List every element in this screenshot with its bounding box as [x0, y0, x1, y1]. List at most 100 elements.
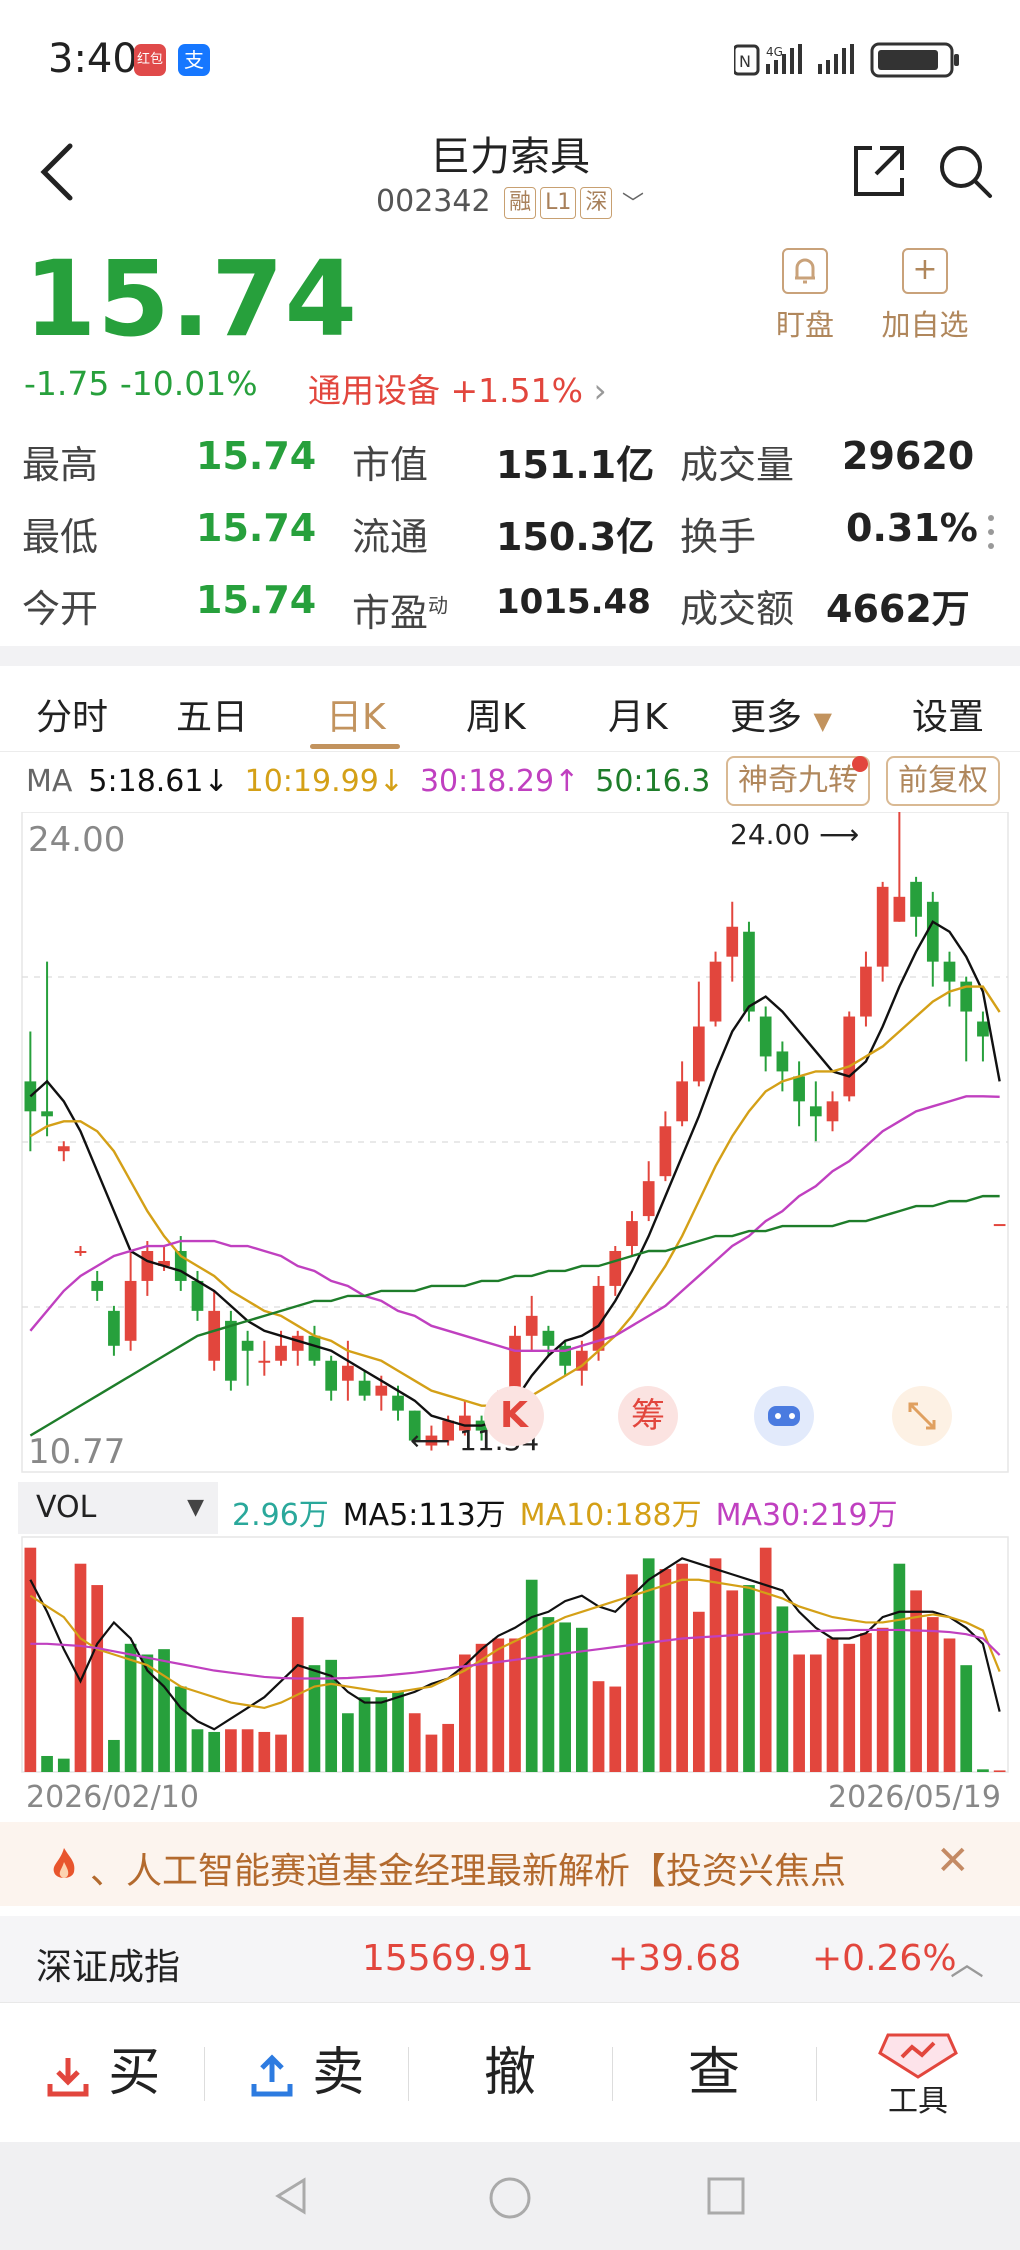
add-watchlist-button[interactable]: + 加自选 — [870, 248, 980, 344]
adjust-button[interactable]: 前复权 — [886, 756, 1000, 806]
candle-body — [275, 1345, 287, 1361]
ma-line-ma30 — [29, 1095, 1000, 1352]
nav-recent-icon[interactable] — [706, 2176, 746, 2216]
index-ticker[interactable]: 深证成指 15569.91 +39.68 +0.26% ︿ — [0, 1916, 1020, 2002]
index-percent: +0.26% — [812, 1938, 957, 1979]
ma10-value: 10:19.99↓ — [244, 764, 404, 799]
tab-more[interactable]: 更多 ▼ — [730, 688, 832, 740]
candlestick-chart[interactable] — [0, 812, 1020, 1822]
candle-body — [74, 1251, 87, 1254]
ma-legend: MA 5:18.61↓ 10:19.99↓ 30:18.29↑ 50:16.3 — [26, 764, 716, 799]
candle-body — [993, 1224, 1006, 1227]
volume-bar — [960, 1665, 973, 1772]
pe-sup: 动 — [428, 593, 449, 618]
volume-bar — [843, 1643, 856, 1772]
candle-body — [308, 1335, 321, 1361]
magic-nine-button[interactable]: 神奇九转 — [726, 756, 870, 806]
chip-tool-button[interactable]: 筹 — [618, 1386, 678, 1446]
cancel-order-button[interactable]: 撤 — [408, 2003, 612, 2143]
search-icon[interactable] — [936, 142, 994, 200]
volume-bar — [592, 1681, 605, 1772]
indicator-select[interactable]: VOL ▼ — [18, 1482, 218, 1534]
candle-body — [642, 1181, 655, 1217]
candle-body — [626, 1221, 638, 1247]
bell-icon — [782, 248, 828, 294]
chevron-down-icon[interactable]: ﹀ — [622, 192, 644, 217]
volume-current: 2.96万 — [232, 1498, 329, 1533]
chevron-up-icon[interactable]: ︿ — [950, 1936, 984, 1985]
candle-body — [91, 1280, 104, 1291]
candle-body — [826, 1101, 839, 1122]
gamepad-icon[interactable] — [754, 1386, 814, 1446]
ma50-value: 50:16.3 — [595, 764, 711, 799]
candle-body — [676, 1081, 688, 1122]
candle-body — [124, 1280, 137, 1341]
expand-icon[interactable] — [892, 1386, 952, 1446]
volume-bar — [609, 1686, 622, 1772]
indicator-select-value: VOL — [36, 1490, 97, 1525]
fire-icon — [53, 1848, 75, 1878]
tab-five-day[interactable]: 五日 — [176, 688, 248, 740]
volume-bar — [575, 1627, 588, 1772]
close-icon[interactable]: ✕ — [936, 1838, 970, 1884]
tab-settings[interactable]: 设置 — [912, 688, 984, 740]
tools-button[interactable]: 工具 — [816, 2003, 1020, 2143]
low-label: 最低 — [22, 515, 99, 559]
tab-weekly-k[interactable]: 周K — [466, 688, 526, 740]
tab-daily-k[interactable]: 日K — [326, 688, 386, 740]
watch-button[interactable]: 盯盘 — [750, 248, 860, 344]
tab-monthly-k[interactable]: 月K — [608, 688, 668, 740]
buy-button[interactable]: 买 — [0, 2003, 204, 2143]
news-text: 、人工智能赛道基金经理最新解析【投资兴焦点 — [90, 1851, 847, 1892]
volume-bar — [425, 1734, 438, 1772]
volume-bar — [358, 1697, 371, 1772]
candle-body — [860, 966, 872, 1017]
candle-body — [876, 886, 889, 967]
volume-bar — [342, 1713, 354, 1772]
share-icon[interactable] — [850, 142, 908, 200]
volume-bar — [977, 1769, 989, 1772]
candle-body — [41, 1111, 53, 1117]
volume-bar — [141, 1654, 154, 1772]
volume-bar — [743, 1585, 755, 1772]
alipay-app-icon: 支 — [178, 44, 210, 76]
volume-bar — [258, 1731, 271, 1772]
system-nav-bar — [0, 2142, 1020, 2250]
k-tool-button[interactable]: K — [484, 1386, 544, 1446]
query-button[interactable]: 查 — [612, 2003, 816, 2143]
turnover-value: 0.31% — [846, 506, 978, 550]
candle-body — [57, 1146, 70, 1152]
news-banner[interactable]: 、人工智能赛道基金经理最新解析【投资兴焦点 ✕ — [0, 1822, 1020, 1906]
volume-bar — [826, 1638, 839, 1772]
candle-body — [258, 1360, 271, 1363]
tab-intraday[interactable]: 分时 — [36, 688, 108, 740]
volume-bar — [659, 1569, 672, 1772]
float-label: 流通 — [352, 515, 429, 559]
sector-link[interactable]: 通用设备 +1.51% › — [308, 364, 607, 412]
candle-body — [325, 1360, 338, 1391]
volume-bar — [174, 1686, 187, 1772]
candle-body — [108, 1310, 120, 1346]
tab-more-label: 更多 — [730, 697, 803, 738]
arrow-right-icon: ⟶ — [819, 818, 860, 851]
nav-back-icon[interactable] — [272, 2176, 312, 2216]
candle-body — [225, 1320, 237, 1381]
nav-home-icon[interactable] — [488, 2176, 532, 2220]
volume-bar — [124, 1643, 137, 1772]
vol-ma10: MA10:188万 — [519, 1498, 702, 1533]
price-change: -1.75 -10.01% — [24, 364, 258, 403]
download-icon — [47, 2058, 89, 2097]
status-bar: 3:40 红包 支 N 4G — [0, 0, 1020, 120]
candle-body — [709, 961, 722, 1022]
ma5-value: 5:18.61↓ — [88, 764, 229, 799]
volume-bar — [676, 1563, 688, 1772]
volume-bar — [308, 1665, 321, 1772]
sell-button[interactable]: 卖 — [204, 2003, 408, 2143]
volume-bar — [626, 1574, 638, 1772]
more-dots-icon[interactable] — [986, 512, 996, 552]
candle-body — [726, 926, 739, 957]
chevron-right-icon: › — [593, 371, 607, 410]
float-value: 150.3亿 — [496, 515, 655, 559]
high-label: 最高 — [22, 443, 99, 487]
candle-body — [910, 881, 922, 917]
